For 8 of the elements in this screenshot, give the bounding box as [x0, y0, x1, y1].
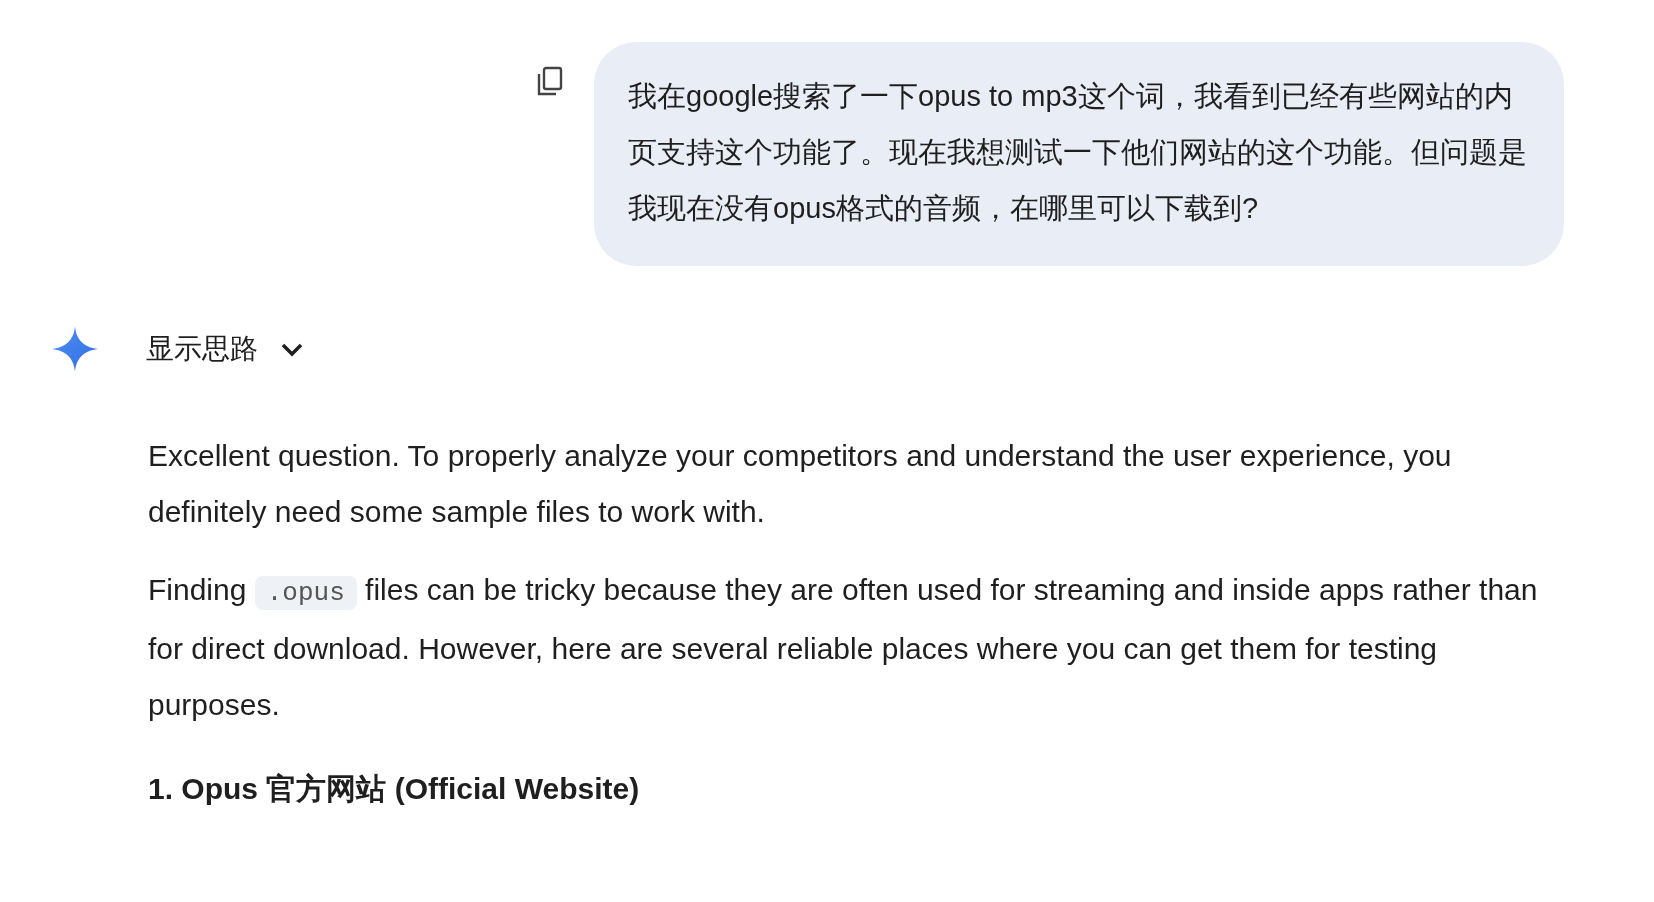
section-heading: 1. Opus 官方网站 (Official Website) [148, 771, 641, 807]
copy-icon[interactable] [536, 66, 564, 98]
response-paragraph: Excellent question. To properly analyze your competitors and understand the user experience, you definitely need some sample files to work with. [148, 438, 1453, 530]
chevron-icon [280, 341, 304, 357]
user-message: 我在google搜索了一下opus to mp3这个词，我看到已经有些网站的内页支持这个功能了。现在我想测试一下他们网站的这个功能。但问题是我现在没有opus格式的音频，在哪里可以下载到? [594, 42, 1564, 266]
show-thinking-toggle[interactable]: 显示思路 [146, 330, 304, 368]
response-paragraph: Finding .opus files can be tricky because they are often used for streaming and inside apps rather than for direct download. However, here are several reliable places where you can get them for testing purposes. [148, 572, 1538, 723]
sparkle-icon [52, 326, 98, 372]
